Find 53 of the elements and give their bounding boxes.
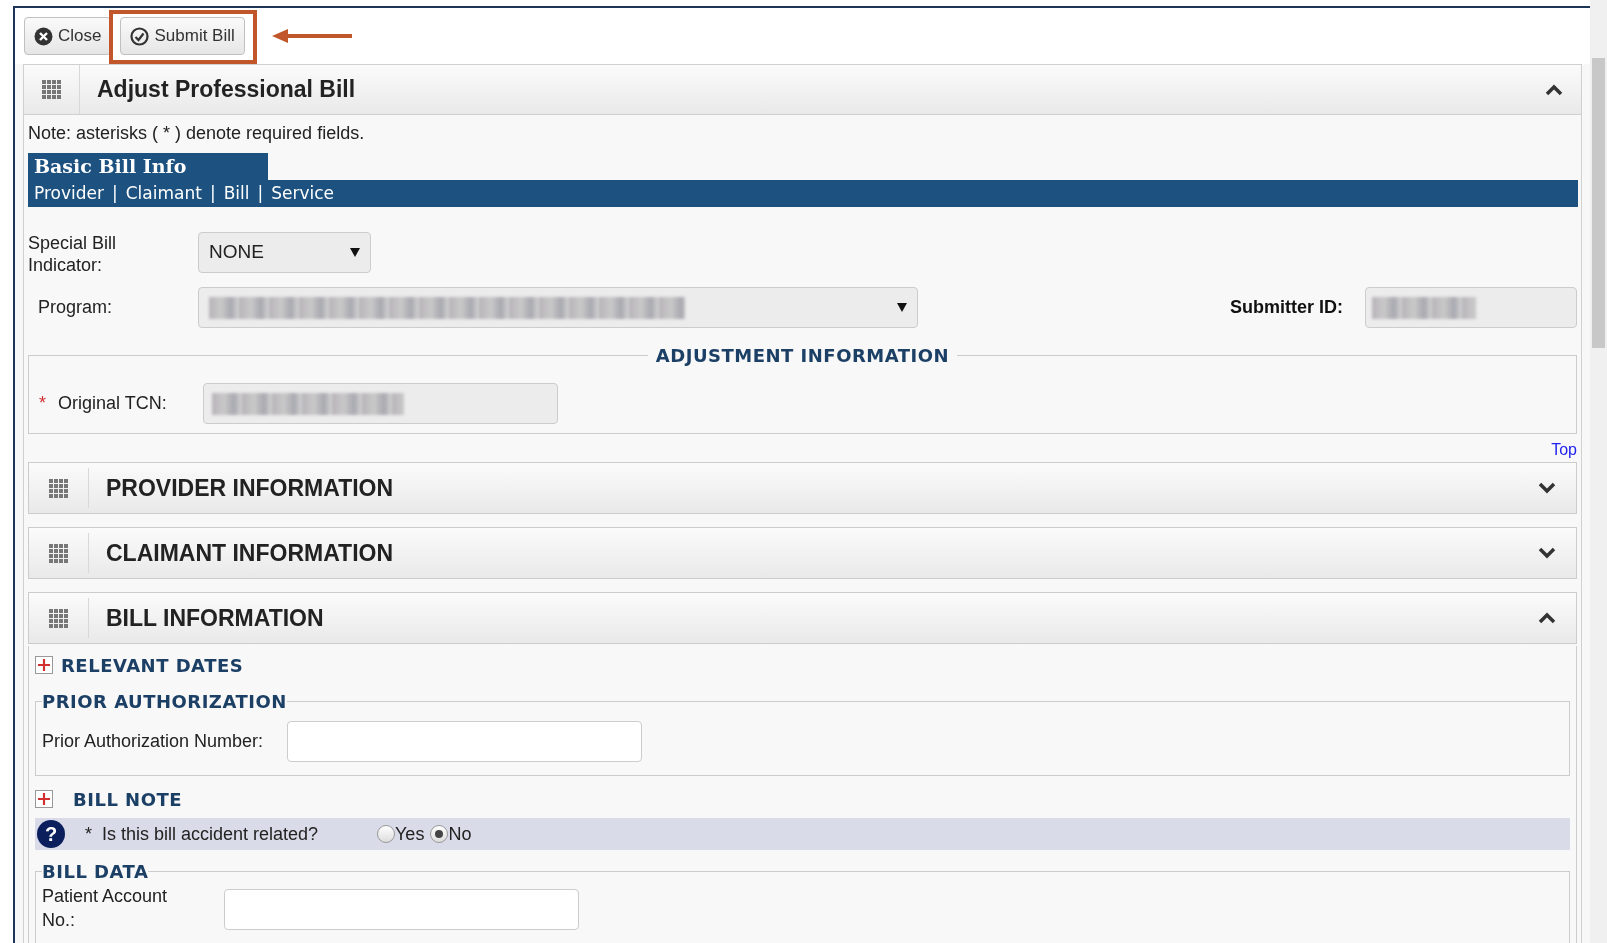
nav-link[interactable]: Bill — [223, 180, 250, 207]
grid-icon — [49, 608, 68, 628]
fieldset-legend: ADJUSTMENT INFORMATION — [647, 342, 958, 369]
nav-link[interactable]: Service — [271, 180, 335, 207]
top-link[interactable]: Top — [1551, 438, 1577, 462]
input-field[interactable] — [287, 721, 643, 762]
grid-icon — [49, 543, 68, 563]
question-text: Is this bill accident related? — [102, 822, 320, 846]
radio-option[interactable]: Yes — [377, 820, 425, 848]
section-header[interactable]: PROVIDER INFORMATION — [28, 462, 1577, 514]
submit-bill-button[interactable]: Submit Bill — [120, 17, 245, 55]
required-mark: * — [39, 392, 46, 415]
fieldset-legend: BILL DATA — [42, 858, 149, 885]
input-field[interactable] — [203, 383, 558, 424]
dropdown-arrow-icon — [897, 303, 907, 312]
separator: | — [111, 181, 119, 205]
dropdown[interactable]: NONE — [198, 232, 371, 273]
dropdown[interactable] — [198, 287, 918, 328]
grid-icon — [42, 80, 61, 99]
section-title: CLAIMANT INFORMATION — [106, 538, 395, 568]
help-icon[interactable]: ? — [37, 820, 65, 848]
dropdown-arrow-icon — [350, 248, 360, 257]
grid-icon — [49, 478, 68, 498]
nav-link[interactable]: Claimant — [125, 180, 202, 207]
input-field[interactable] — [224, 888, 579, 930]
check-circle-icon — [130, 26, 150, 46]
separator: | — [208, 181, 217, 205]
input-field[interactable] — [1365, 287, 1577, 328]
section-header[interactable]: BILL INFORMATION — [28, 592, 1577, 644]
section-title: BILL INFORMATION — [106, 603, 325, 633]
section-header[interactable]: CLAIMANT INFORMATION — [28, 527, 1577, 579]
fieldset-legend: PRIOR AUTHORIZATION — [42, 688, 287, 715]
field-label: Submitter ID: — [1230, 296, 1343, 319]
field-label: Original TCN: — [58, 392, 168, 415]
radio-button[interactable] — [377, 825, 395, 843]
panel-title: Adjust Professional Bill — [97, 75, 357, 105]
separator: | — [256, 181, 265, 205]
note-text: Note: asterisks ( * ) denote required fields. — [28, 122, 366, 145]
radio-button[interactable] — [430, 825, 449, 843]
scrollbar[interactable] — [1590, 0, 1607, 943]
required-mark: * — [85, 822, 92, 846]
close-icon — [34, 26, 53, 46]
field-label: Patient Account No.: — [42, 886, 168, 930]
subsection-title[interactable]: RELEVANT DATES — [61, 651, 244, 679]
field-label: Prior Authorization Number: — [42, 730, 264, 753]
close-button[interactable]: Close — [24, 17, 112, 55]
nav-link[interactable]: Provider — [34, 180, 104, 207]
field-label: Program: — [37, 296, 114, 319]
section-title: PROVIDER INFORMATION — [106, 473, 395, 503]
nav-title: Basic Bill Info — [28, 153, 268, 180]
field-label: Special Bill Indicator: — [28, 233, 117, 275]
subsection-title[interactable]: BILL NOTE — [73, 785, 183, 813]
radio-option[interactable]: No — [430, 820, 472, 848]
